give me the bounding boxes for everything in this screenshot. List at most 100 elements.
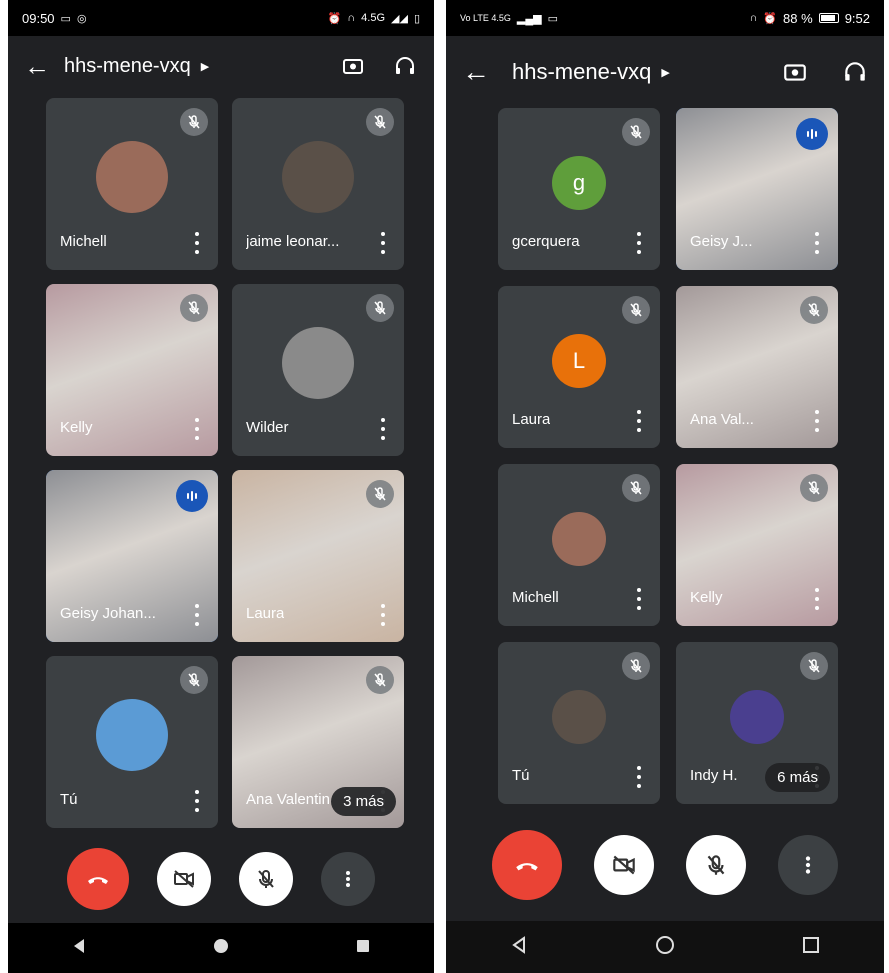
meeting-code: hhs-mene-vxq bbox=[512, 59, 652, 84]
participant-name: Laura bbox=[512, 411, 551, 428]
mic-muted-icon bbox=[800, 652, 828, 680]
participant-tile[interactable]: Tú bbox=[46, 656, 218, 828]
audio-output-icon[interactable] bbox=[392, 53, 418, 79]
back-nav-icon[interactable] bbox=[509, 935, 529, 960]
meeting-title[interactable]: hhs-mene-vxq ▶ bbox=[502, 59, 782, 85]
participant-menu-icon[interactable] bbox=[380, 604, 386, 626]
participant-name: Kelly bbox=[60, 419, 93, 436]
mic-muted-icon bbox=[180, 108, 208, 136]
whatsapp-icon: ◎ bbox=[76, 12, 87, 25]
switch-camera-icon[interactable] bbox=[340, 53, 366, 79]
participant-tile[interactable]: jaime leonar... bbox=[232, 98, 404, 270]
alarm-icon: ⏰ bbox=[327, 12, 342, 25]
participant-menu-icon[interactable] bbox=[194, 232, 200, 254]
mic-off-button[interactable] bbox=[686, 835, 746, 895]
right-phone-screen: Vo LTE 4.5G ▂▄▆ ▭ ∩ ⏰ 88 % 9:52 ← hhs-me… bbox=[446, 0, 884, 973]
participant-avatar bbox=[730, 689, 784, 744]
participant-menu-icon[interactable] bbox=[194, 604, 200, 626]
system-nav-bar bbox=[446, 921, 884, 973]
participant-menu-icon[interactable] bbox=[636, 588, 642, 610]
participant-menu-icon[interactable] bbox=[380, 418, 386, 440]
participant-tile[interactable]: Ana Valentin 3 más bbox=[232, 656, 404, 828]
participant-tile[interactable]: Tú bbox=[498, 642, 660, 804]
camera-off-button[interactable] bbox=[594, 835, 654, 895]
participant-tile[interactable]: Geisy J... bbox=[676, 108, 838, 270]
participant-tile[interactable]: Kelly bbox=[46, 284, 218, 456]
mic-muted-icon bbox=[366, 666, 394, 694]
participant-menu-icon[interactable] bbox=[814, 410, 820, 432]
speaking-indicator-icon bbox=[176, 480, 208, 512]
camera-off-button[interactable] bbox=[157, 852, 211, 906]
alarm-icon: ⏰ bbox=[763, 12, 778, 25]
participant-tile[interactable]: Michell bbox=[46, 98, 218, 270]
recents-nav-icon[interactable] bbox=[801, 935, 821, 960]
end-call-button[interactable] bbox=[492, 830, 562, 900]
status-bar: Vo LTE 4.5G ▂▄▆ ▭ ∩ ⏰ 88 % 9:52 bbox=[446, 0, 884, 36]
participant-name: Indy H. bbox=[690, 767, 738, 784]
mic-muted-icon bbox=[622, 652, 650, 680]
participant-avatar bbox=[96, 141, 168, 214]
participant-menu-icon[interactable] bbox=[194, 418, 200, 440]
home-nav-icon[interactable] bbox=[212, 937, 230, 960]
participant-name: Michell bbox=[60, 233, 107, 250]
call-controls bbox=[446, 830, 884, 900]
meeting-title[interactable]: hhs-mene-vxq ▶ bbox=[64, 55, 340, 78]
more-participants-chip[interactable]: 6 más bbox=[765, 763, 830, 792]
switch-camera-icon[interactable] bbox=[782, 59, 808, 85]
left-phone-screen: 09:50 ▭ ◎ ⏰ ∩ 4.5G ◢◢ ▯ ← hhs-mene-vxq ▶ … bbox=[8, 0, 434, 973]
mic-muted-icon bbox=[622, 474, 650, 502]
participant-tile[interactable]: Indy H. 6 más bbox=[676, 642, 838, 804]
mic-muted-icon bbox=[366, 108, 394, 136]
participant-name: Wilder bbox=[246, 419, 289, 436]
headphone-status-icon: ∩ bbox=[749, 12, 758, 24]
status-time: 9:52 bbox=[844, 10, 870, 26]
participant-menu-icon[interactable] bbox=[814, 588, 820, 610]
meeting-header: ← hhs-mene-vxq ▶ bbox=[446, 42, 884, 102]
carrier-label: Vo LTE 4.5G bbox=[460, 13, 511, 23]
recents-nav-icon[interactable] bbox=[354, 937, 372, 960]
signal-icon: ◢◢ bbox=[391, 12, 408, 25]
participant-name: Ana Valentin bbox=[246, 791, 330, 808]
participant-tile[interactable]: L Laura bbox=[498, 286, 660, 448]
participant-name: gcerquera bbox=[512, 233, 580, 250]
participant-menu-icon[interactable] bbox=[194, 790, 200, 812]
participant-avatar bbox=[96, 699, 168, 772]
headphone-status-icon: ∩ bbox=[347, 12, 356, 24]
network-type: 4.5G bbox=[361, 12, 386, 24]
caret-right-icon: ▶ bbox=[661, 66, 670, 79]
participant-menu-icon[interactable] bbox=[636, 232, 642, 254]
participant-name: jaime leonar... bbox=[246, 233, 340, 250]
participant-tile[interactable]: Ana Val... bbox=[676, 286, 838, 448]
mic-off-button[interactable] bbox=[239, 852, 293, 906]
back-nav-icon[interactable] bbox=[70, 937, 88, 960]
participant-tile[interactable]: Laura bbox=[232, 470, 404, 642]
participant-avatar bbox=[282, 327, 354, 400]
participant-name: Michell bbox=[512, 589, 559, 606]
more-participants-chip[interactable]: 3 más bbox=[331, 787, 396, 816]
participant-avatar: g bbox=[552, 155, 606, 210]
participant-tile[interactable]: Geisy Johan... bbox=[46, 470, 218, 642]
participant-tile[interactable]: g gcerquera bbox=[498, 108, 660, 270]
back-arrow-icon[interactable]: ← bbox=[462, 56, 502, 88]
more-options-button[interactable] bbox=[321, 852, 375, 906]
participant-menu-icon[interactable] bbox=[380, 232, 386, 254]
participant-avatar bbox=[552, 689, 606, 744]
mic-muted-icon bbox=[180, 666, 208, 694]
participant-menu-icon[interactable] bbox=[636, 410, 642, 432]
participant-menu-icon[interactable] bbox=[636, 766, 642, 788]
speaking-indicator-icon bbox=[796, 118, 828, 150]
end-call-button[interactable] bbox=[67, 848, 129, 910]
mic-muted-icon bbox=[366, 294, 394, 322]
participant-avatar: L bbox=[552, 333, 606, 388]
back-arrow-icon[interactable]: ← bbox=[24, 51, 64, 82]
participant-menu-icon[interactable] bbox=[814, 232, 820, 254]
participant-name: Tú bbox=[60, 791, 78, 808]
participant-tile[interactable]: Wilder bbox=[232, 284, 404, 456]
participant-tile[interactable]: Kelly bbox=[676, 464, 838, 626]
audio-output-icon[interactable] bbox=[842, 59, 868, 85]
more-options-button[interactable] bbox=[778, 835, 838, 895]
participant-tile[interactable]: Michell bbox=[498, 464, 660, 626]
participant-avatar bbox=[282, 141, 354, 214]
home-nav-icon[interactable] bbox=[654, 934, 676, 961]
mic-muted-icon bbox=[622, 118, 650, 146]
